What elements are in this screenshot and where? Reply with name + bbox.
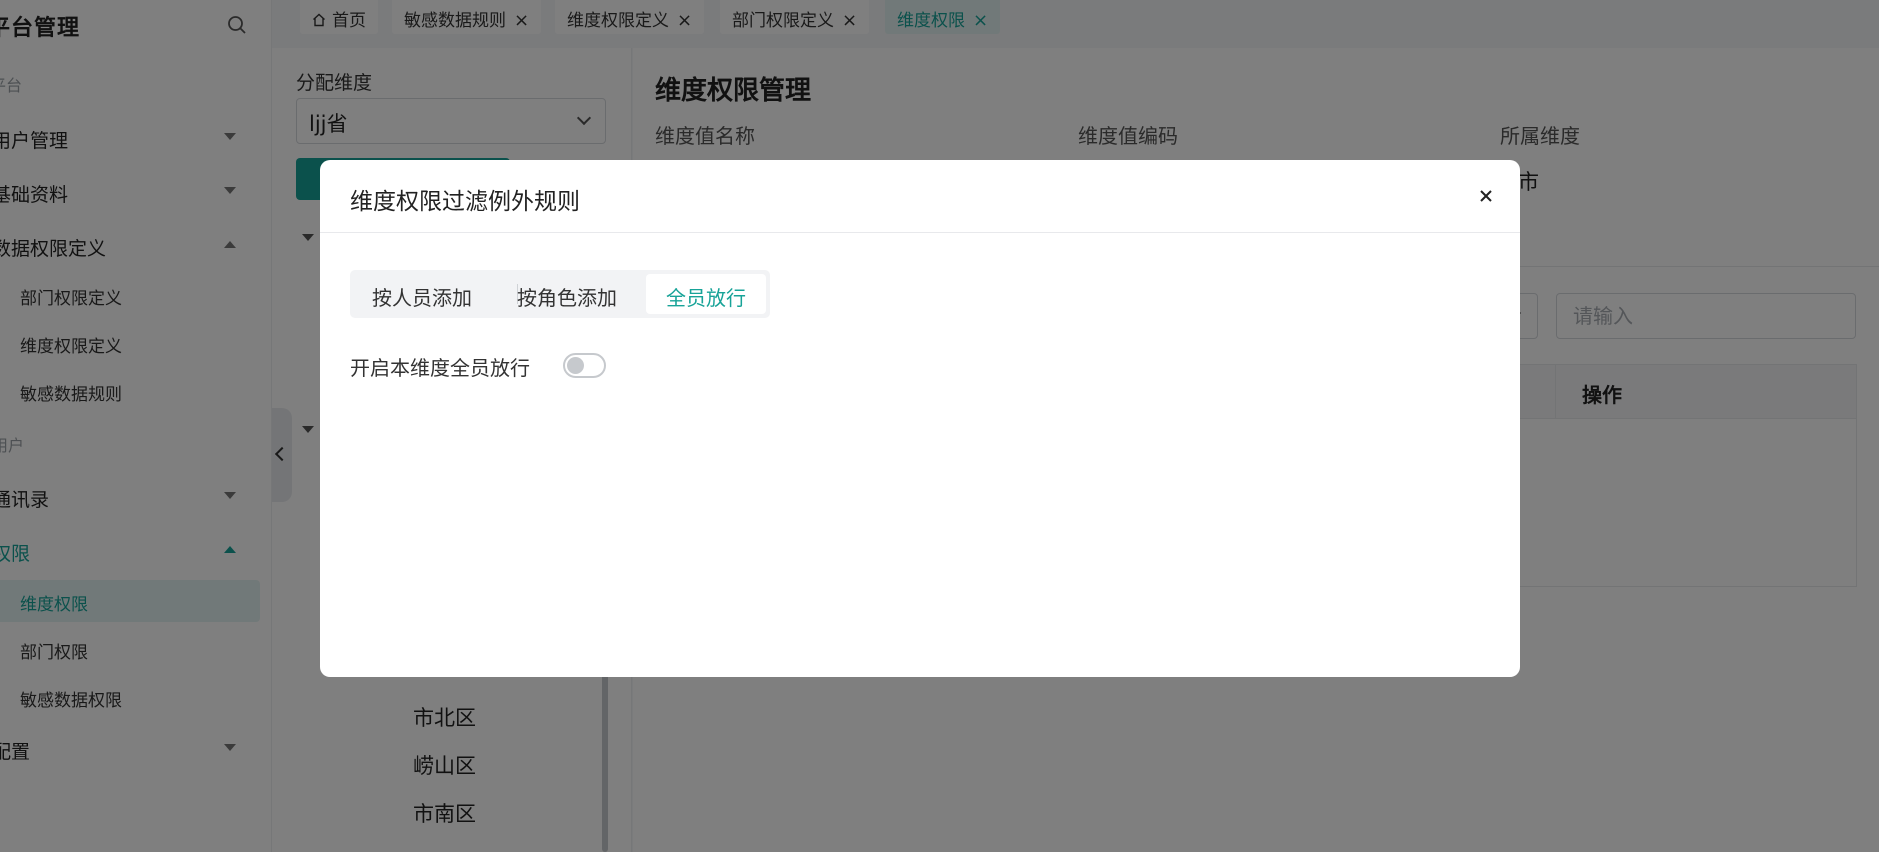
allow-all-toggle[interactable] <box>563 353 606 378</box>
rule-type-segmented-control: 按人员添加 按角色添加 全员放行 <box>350 270 770 318</box>
segment-by-role[interactable]: 按角色添加 <box>497 274 637 314</box>
exception-rule-dialog: 维度权限过滤例外规则 按人员添加 按角色添加 全员放行 开启本维度全员放行 <box>320 160 1520 677</box>
dialog-title: 维度权限过滤例外规则 <box>350 189 580 215</box>
segment-allow-all[interactable]: 全员放行 <box>646 274 766 314</box>
toggle-knob <box>567 357 584 374</box>
segment-by-person[interactable]: 按人员添加 <box>352 274 492 314</box>
allow-all-toggle-label: 开启本维度全员放行 <box>350 356 530 380</box>
close-icon[interactable] <box>1470 180 1502 212</box>
divider <box>320 232 1520 233</box>
